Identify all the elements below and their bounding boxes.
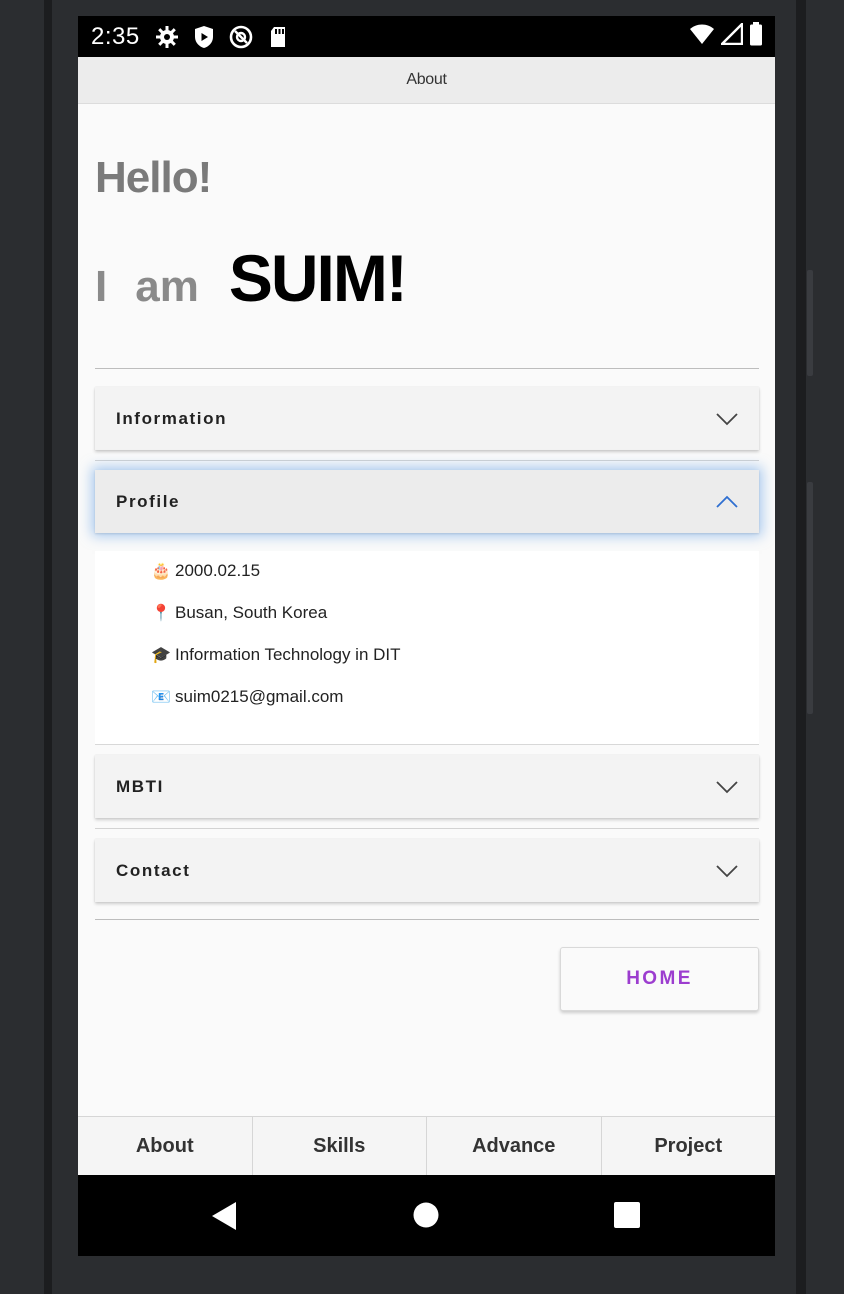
accordion-profile-label: Profile: [116, 491, 181, 511]
shield-play-icon: [191, 24, 217, 50]
hero-i: I: [95, 262, 108, 311]
nav-advance[interactable]: Advance: [427, 1117, 602, 1175]
profile-education-text: Information Technology in DIT: [175, 645, 401, 664]
sd-card-icon: [265, 24, 291, 50]
nav-project[interactable]: Project: [602, 1117, 776, 1175]
hero-greeting: Hello!: [95, 153, 212, 202]
profile-email: 📧 suim0215@gmail.com: [150, 687, 343, 707]
accordion-information[interactable]: Information: [95, 387, 759, 450]
at-sign-icon: [228, 24, 254, 50]
profile-location-text: Busan, South Korea: [175, 603, 328, 622]
signal-icon: [719, 21, 744, 50]
chevron-down-icon: [716, 864, 738, 877]
chevron-up-icon: [716, 495, 738, 508]
chevron-down-icon: [716, 412, 738, 425]
status-bar: 2:35: [78, 16, 775, 57]
hero-intro: I am SUIM!: [95, 240, 408, 316]
divider-top: [95, 368, 759, 369]
profile-birthday-text: 2000.02.15: [175, 561, 261, 580]
device-side-button: [807, 482, 813, 714]
app-bar-title: About: [78, 57, 775, 104]
profile-location: 📍 Busan, South Korea: [150, 603, 327, 623]
wifi-icon: [689, 23, 715, 50]
accordion-mbti[interactable]: MBTI: [95, 755, 759, 818]
chevron-down-icon: [716, 780, 738, 793]
nav-about[interactable]: About: [78, 1117, 253, 1175]
email-icon: 📧: [151, 689, 171, 706]
bottom-nav: About Skills Advance Project: [78, 1116, 775, 1175]
accordion-contact-label: Contact: [116, 860, 191, 880]
back-icon[interactable]: [210, 1201, 238, 1231]
system-navigation-bar: [78, 1175, 775, 1256]
home-circle-icon[interactable]: [413, 1202, 439, 1228]
accordion-information-label: Information: [116, 408, 228, 428]
accordion-mbti-label: MBTI: [116, 776, 164, 796]
profile-email-text: suim0215@gmail.com: [175, 687, 344, 706]
device-volume-button: [807, 270, 813, 376]
phone-screen: 2:35 About Hello! I am SUIM! Information…: [78, 16, 775, 1256]
divider-information: [95, 460, 759, 461]
nav-skills[interactable]: Skills: [253, 1117, 427, 1175]
accordion-profile-content: 🎂 2000.02.15 📍 Busan, South Korea 🎓 Info…: [95, 551, 759, 745]
pin-icon: 📍: [151, 605, 171, 622]
settings-icon: [154, 24, 180, 50]
profile-birthday: 🎂 2000.02.15: [150, 561, 260, 581]
device-frame-left: [44, 0, 52, 1294]
divider-mbti: [95, 828, 759, 829]
recents-icon[interactable]: [614, 1202, 640, 1228]
home-button[interactable]: HOME: [560, 947, 759, 1011]
hero-name: SUIM!: [228, 241, 408, 315]
graduation-cap-icon: 🎓: [151, 647, 171, 664]
status-time: 2:35: [91, 22, 140, 50]
device-frame-right: [796, 0, 806, 1294]
divider-bottom: [95, 919, 759, 920]
accordion-profile[interactable]: Profile: [95, 470, 759, 533]
battery-icon: [749, 22, 763, 51]
cake-icon: 🎂: [151, 563, 171, 580]
accordion-contact[interactable]: Contact: [95, 839, 759, 902]
hero-am: am: [135, 262, 199, 311]
profile-education: 🎓 Information Technology in DIT: [150, 645, 401, 665]
